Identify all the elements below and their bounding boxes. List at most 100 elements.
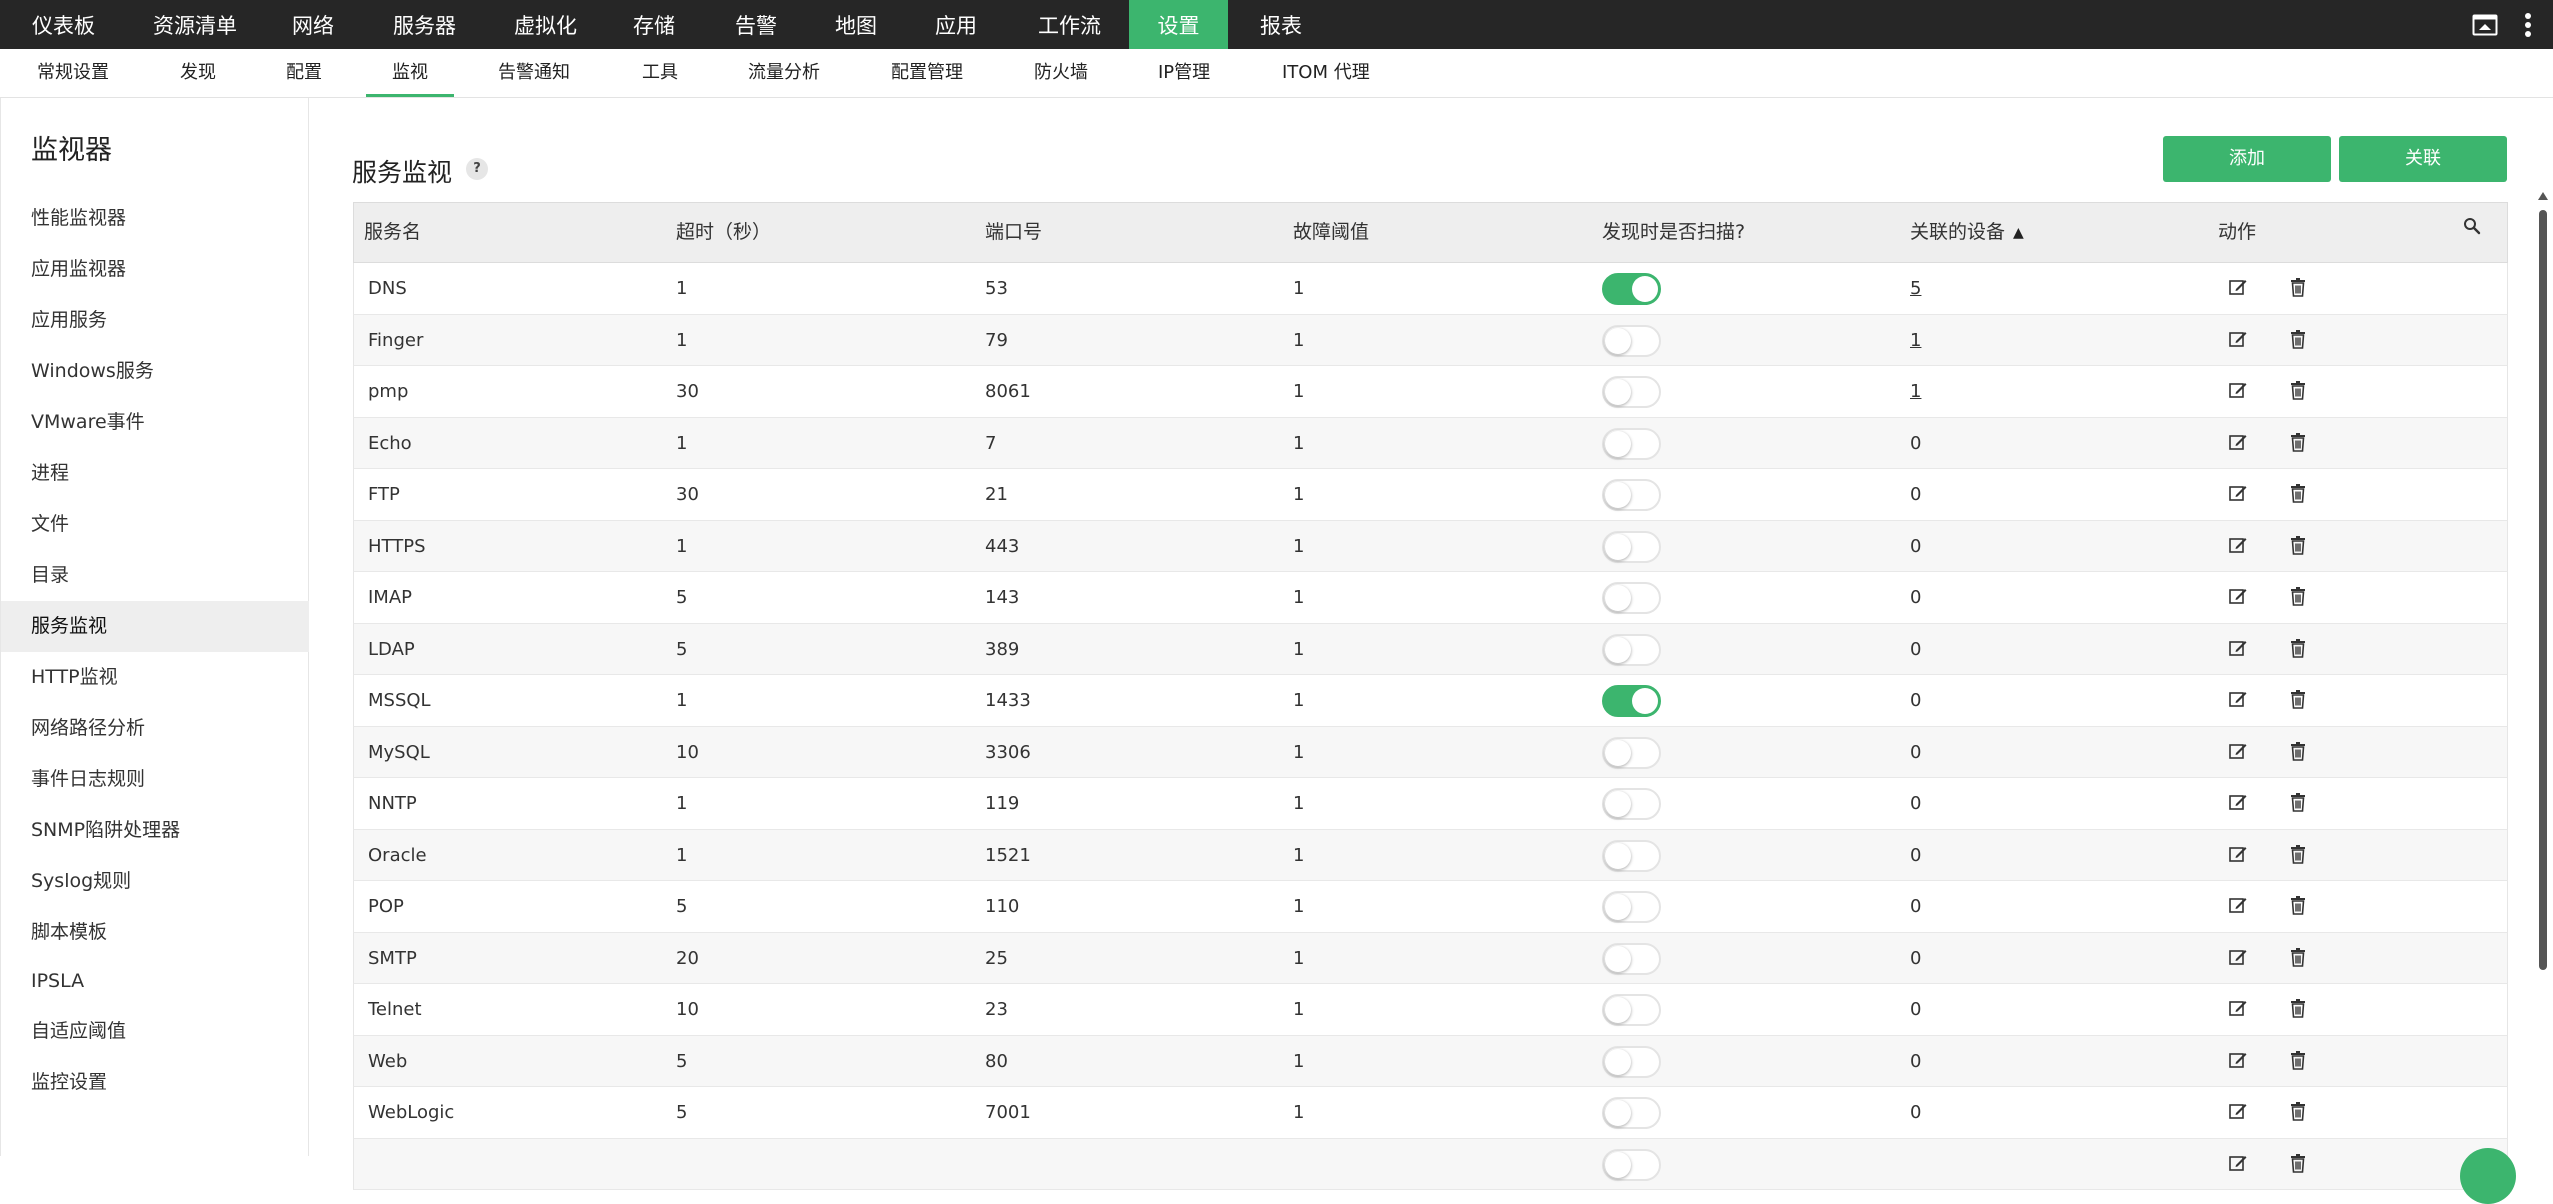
tab-ip-management[interactable]: IP管理 (1158, 49, 1210, 97)
nav-apps[interactable]: 应用 (935, 0, 977, 49)
scan-toggle[interactable] (1602, 1148, 1661, 1181)
column-port[interactable]: 端口号 (985, 203, 1042, 262)
sidebar-item-files[interactable]: 文件 (1, 499, 309, 550)
delete-icon[interactable] (2288, 432, 2310, 454)
delete-icon[interactable] (2288, 895, 2310, 917)
tab-general-settings[interactable]: 常规设置 (37, 49, 109, 97)
search-icon[interactable] (2463, 217, 2481, 239)
sidebar-item-processes[interactable]: 进程 (1, 448, 309, 499)
edit-icon[interactable] (2228, 380, 2250, 402)
delete-icon[interactable] (2288, 535, 2310, 557)
edit-icon[interactable] (2228, 895, 2250, 917)
sidebar-item-ipsla[interactable]: IPSLA (1, 956, 309, 1007)
delete-icon[interactable] (2288, 844, 2310, 866)
column-scan-on-discovery[interactable]: 发现时是否扫描? (1602, 203, 1745, 262)
sidebar-item-syslog-rules[interactable]: Syslog规则 (1, 856, 309, 907)
sidebar-item-script-templates[interactable]: 脚本模板 (1, 907, 309, 958)
column-failure-threshold[interactable]: 故障阈值 (1293, 203, 1369, 262)
scan-toggle[interactable] (1602, 530, 1661, 563)
delete-icon[interactable] (2288, 483, 2310, 505)
edit-icon[interactable] (2228, 483, 2250, 505)
edit-icon[interactable] (2228, 329, 2250, 351)
cell-associated-devices[interactable]: 1 (1910, 315, 1921, 366)
scan-toggle[interactable] (1602, 788, 1661, 820)
tab-discovery[interactable]: 发现 (180, 49, 216, 97)
scroll-up-arrow-icon[interactable] (2538, 192, 2548, 200)
sidebar-item-performance-monitors[interactable]: 性能监视器 (1, 193, 309, 244)
nav-reports[interactable]: 报表 (1260, 0, 1302, 49)
column-service-name[interactable]: 服务名 (364, 203, 421, 262)
scan-toggle[interactable] (1602, 427, 1661, 460)
delete-icon[interactable] (2288, 947, 2310, 969)
tab-tools[interactable]: 工具 (642, 49, 678, 97)
tab-config-management[interactable]: 配置管理 (891, 49, 963, 97)
scan-toggle[interactable] (1602, 736, 1661, 769)
sidebar-item-app-services[interactable]: 应用服务 (1, 295, 309, 346)
edit-icon[interactable] (2228, 689, 2250, 711)
sidebar-item-directories[interactable]: 目录 (1, 550, 309, 601)
sort-icon[interactable]: ▲ (2013, 225, 2024, 241)
delete-icon[interactable] (2288, 638, 2310, 660)
tab-flow-analysis[interactable]: 流量分析 (748, 49, 820, 97)
cell-associated-devices[interactable]: 5 (1910, 263, 1921, 314)
associate-button[interactable]: 关联 (2339, 136, 2507, 182)
tab-configuration[interactable]: 配置 (286, 49, 322, 97)
sidebar-item-monitoring-settings[interactable]: 监控设置 (1, 1057, 309, 1108)
edit-icon[interactable] (2228, 586, 2250, 608)
scan-toggle[interactable] (1602, 994, 1661, 1026)
tab-firewall[interactable]: 防火墙 (1034, 49, 1088, 97)
edit-icon[interactable] (2228, 535, 2250, 557)
sidebar-item-app-monitors[interactable]: 应用监视器 (1, 244, 309, 295)
scan-toggle[interactable] (1602, 376, 1661, 408)
scan-toggle[interactable] (1602, 1097, 1661, 1129)
edit-icon[interactable] (2228, 1101, 2250, 1123)
tab-alert-notification[interactable]: 告警通知 (498, 49, 570, 97)
nav-servers[interactable]: 服务器 (393, 0, 456, 49)
sidebar-item-vmware-events[interactable]: VMware事件 (1, 397, 309, 448)
window-icon[interactable] (2472, 12, 2498, 42)
sidebar-item-adaptive-threshold[interactable]: 自适应阈值 (1, 1006, 309, 1057)
edit-icon[interactable] (2228, 792, 2250, 814)
scrollbar[interactable] (2536, 192, 2550, 1156)
edit-icon[interactable] (2228, 638, 2250, 660)
delete-icon[interactable] (2288, 1050, 2310, 1072)
edit-icon[interactable] (2228, 1050, 2250, 1072)
nav-network[interactable]: 网络 (292, 0, 334, 49)
delete-icon[interactable] (2288, 586, 2310, 608)
sidebar-item-service-monitoring[interactable]: 服务监视 (1, 601, 309, 652)
delete-icon[interactable] (2288, 329, 2310, 351)
nav-maps[interactable]: 地图 (835, 0, 877, 49)
nav-workflow[interactable]: 工作流 (1038, 0, 1101, 49)
nav-inventory[interactable]: 资源清单 (153, 0, 237, 49)
edit-icon[interactable] (2228, 947, 2250, 969)
edit-icon[interactable] (2228, 998, 2250, 1020)
delete-icon[interactable] (2288, 689, 2310, 711)
nav-storage[interactable]: 存储 (633, 0, 675, 49)
floating-action-button[interactable] (2460, 1148, 2516, 1204)
more-options-icon[interactable] (2523, 12, 2533, 42)
sidebar-item-windows-services[interactable]: Windows服务 (1, 346, 309, 397)
cell-associated-devices[interactable]: 1 (1910, 366, 1921, 417)
nav-virtualization[interactable]: 虚拟化 (514, 0, 577, 49)
help-icon[interactable]: ? (466, 158, 488, 180)
scan-toggle[interactable] (1602, 324, 1661, 357)
scan-toggle[interactable] (1602, 685, 1661, 717)
sidebar-item-event-log-rules[interactable]: 事件日志规则 (1, 754, 309, 805)
nav-settings[interactable]: 设置 (1129, 0, 1228, 49)
delete-icon[interactable] (2288, 998, 2310, 1020)
scan-toggle[interactable] (1602, 891, 1661, 923)
sidebar-item-http-monitoring[interactable]: HTTP监视 (1, 652, 309, 703)
sidebar-item-network-path-analysis[interactable]: 网络路径分析 (1, 703, 309, 754)
scan-toggle[interactable] (1602, 839, 1661, 872)
scan-toggle[interactable] (1602, 479, 1661, 511)
edit-icon[interactable] (2228, 844, 2250, 866)
tab-itom-agent[interactable]: ITOM 代理 (1282, 49, 1370, 97)
add-button[interactable]: 添加 (2163, 136, 2331, 182)
edit-icon[interactable] (2228, 432, 2250, 454)
edit-icon[interactable] (2228, 741, 2250, 763)
edit-icon[interactable] (2228, 277, 2250, 299)
scrollbar-thumb[interactable] (2539, 210, 2547, 970)
column-associated-devices[interactable]: 关联的设备 ▲ (1910, 203, 2024, 262)
delete-icon[interactable] (2288, 380, 2310, 402)
delete-icon[interactable] (2288, 1101, 2310, 1123)
